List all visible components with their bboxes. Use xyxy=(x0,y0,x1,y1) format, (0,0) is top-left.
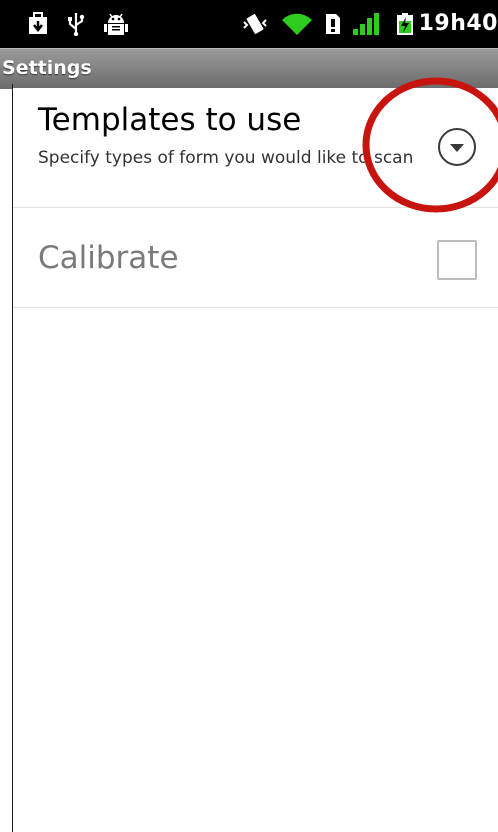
page-title: Settings xyxy=(2,57,92,79)
status-bar: 19h40 xyxy=(0,0,498,48)
android-debug-icon xyxy=(104,13,128,35)
settings-screen: 19h40 Settings Templates to use Specify … xyxy=(0,0,498,832)
download-icon xyxy=(29,12,47,34)
divider xyxy=(13,307,498,308)
title-bar: Settings xyxy=(0,48,498,89)
dropdown-icon[interactable] xyxy=(437,127,477,167)
usb-icon xyxy=(68,13,85,36)
pref-templates-to-use[interactable]: Templates to use Specify types of form y… xyxy=(13,88,498,207)
calibrate-checkbox[interactable] xyxy=(437,240,477,280)
signal-icon xyxy=(353,13,379,35)
sim-icon xyxy=(326,14,340,34)
pref-summary: Specify types of form you would like to … xyxy=(38,148,414,168)
wifi-icon xyxy=(282,13,312,36)
clock: 19h40 xyxy=(418,11,498,36)
pref-calibrate[interactable]: Calibrate xyxy=(13,208,498,307)
vibrate-icon xyxy=(243,14,267,34)
pref-title: Templates to use xyxy=(38,102,302,138)
battery-charging-icon xyxy=(397,13,413,35)
pref-title: Calibrate xyxy=(38,240,179,276)
